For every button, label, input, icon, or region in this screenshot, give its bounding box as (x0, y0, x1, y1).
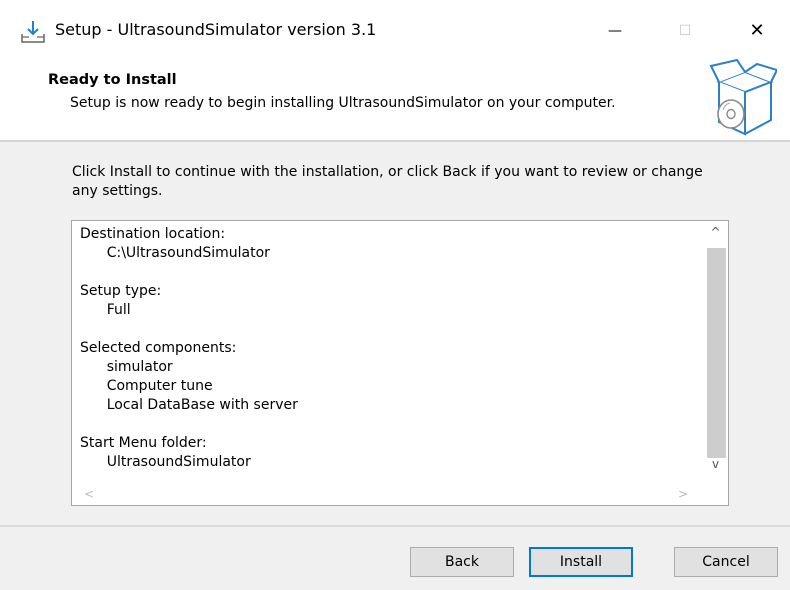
header-divider (0, 140, 790, 142)
settings-summary-text: Destination location: C:\UltrasoundSimul… (80, 225, 298, 472)
cancel-button[interactable]: Cancel (674, 547, 778, 577)
summary-line: Computer tune (80, 378, 213, 394)
summary-line: Local DataBase with server (80, 397, 298, 413)
scrollbar-thumb[interactable] (707, 248, 726, 458)
scroll-right-icon[interactable]: > (672, 484, 694, 505)
maximize-button[interactable]: ☐ (662, 14, 708, 48)
summary-line (80, 320, 298, 339)
scroll-left-icon[interactable]: < (78, 484, 100, 505)
summary-line: C:\UltrasoundSimulator (80, 245, 270, 261)
footer-divider (0, 525, 790, 527)
close-button[interactable]: ✕ (734, 14, 780, 48)
scroll-down-icon[interactable]: v (703, 453, 728, 475)
horizontal-scrollbar[interactable]: < > (72, 484, 704, 505)
summary-line: UltrasoundSimulator (80, 454, 251, 470)
page-subtitle: Setup is now ready to begin installing U… (70, 95, 616, 111)
instructions-text: Click Install to continue with the insta… (72, 164, 703, 199)
summary-line (80, 415, 298, 434)
back-button[interactable]: Back (410, 547, 514, 577)
summary-line: Setup type: (80, 283, 162, 299)
minimize-button[interactable]: — (592, 14, 638, 48)
install-box-icon (709, 58, 777, 136)
install-button[interactable]: Install (529, 547, 633, 577)
summary-line: simulator (80, 359, 173, 375)
setup-download-icon (21, 21, 45, 43)
title-bar: Setup - UltrasoundSimulator version 3.1 … (0, 0, 790, 58)
vertical-scrollbar[interactable]: ^ v (703, 221, 728, 486)
wizard-header: Ready to Install Setup is now ready to b… (0, 58, 790, 140)
summary-line: Destination location: (80, 226, 226, 242)
settings-summary-box[interactable]: Destination location: C:\UltrasoundSimul… (71, 220, 729, 506)
page-title: Ready to Install (48, 72, 177, 88)
setup-window: Setup - UltrasoundSimulator version 3.1 … (0, 0, 790, 590)
summary-line: Selected components: (80, 340, 237, 356)
summary-line: Start Menu folder: (80, 435, 207, 451)
window-title: Setup - UltrasoundSimulator version 3.1 (55, 20, 377, 39)
scroll-up-icon[interactable]: ^ (703, 221, 728, 243)
summary-line: Full (80, 302, 131, 318)
summary-line (80, 263, 298, 282)
